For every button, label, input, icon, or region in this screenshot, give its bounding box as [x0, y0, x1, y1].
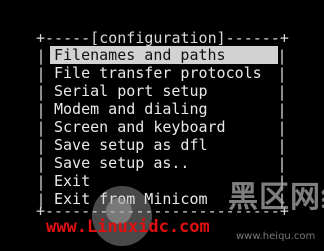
terminal-screen: +-----[configuration]------+ | | | | | |… [0, 0, 324, 251]
watermark-sub-url: www.heiqu.com [236, 231, 316, 242]
menu-right-border: | [277, 137, 287, 155]
menu-item-screen-and-keyboard[interactable]: Screen and keyboard [50, 118, 278, 136]
menu-left-border: | [36, 119, 46, 137]
watermark-brand: 黑区网络 [228, 180, 324, 215]
menu-item-serial-port-setup[interactable]: Serial port setup [50, 82, 278, 100]
menu-left-border: | [36, 137, 46, 155]
menu-left-border: | [36, 65, 46, 83]
menu-left-border: | [36, 155, 46, 173]
menu-right-border: | [277, 65, 287, 83]
menu-left-border: | [36, 47, 46, 65]
menu-left-border: | [36, 173, 46, 191]
watermark-url: www.Linuxidc.com [46, 217, 210, 237]
menu-left-border: | [36, 101, 46, 119]
menu-item-save-setup-as-dfl[interactable]: Save setup as dfl [50, 136, 278, 154]
menu-item-file-transfer-protocols[interactable]: File transfer protocols [50, 64, 278, 82]
menu-top-border: +-----[configuration]------+ [36, 29, 289, 47]
menu-item-modem-and-dialing[interactable]: Modem and dialing [50, 100, 278, 118]
menu-left-border: | [36, 83, 46, 101]
menu-item-save-setup-as[interactable]: Save setup as.. [50, 154, 278, 172]
menu-right-border: | [277, 119, 287, 137]
menu-right-border: | [277, 155, 287, 173]
menu-right-border: | [277, 83, 287, 101]
menu-item-filenames-and-paths[interactable]: Filenames and paths [50, 46, 278, 64]
menu-right-border: | [277, 101, 287, 119]
menu-right-border: | [277, 47, 287, 65]
